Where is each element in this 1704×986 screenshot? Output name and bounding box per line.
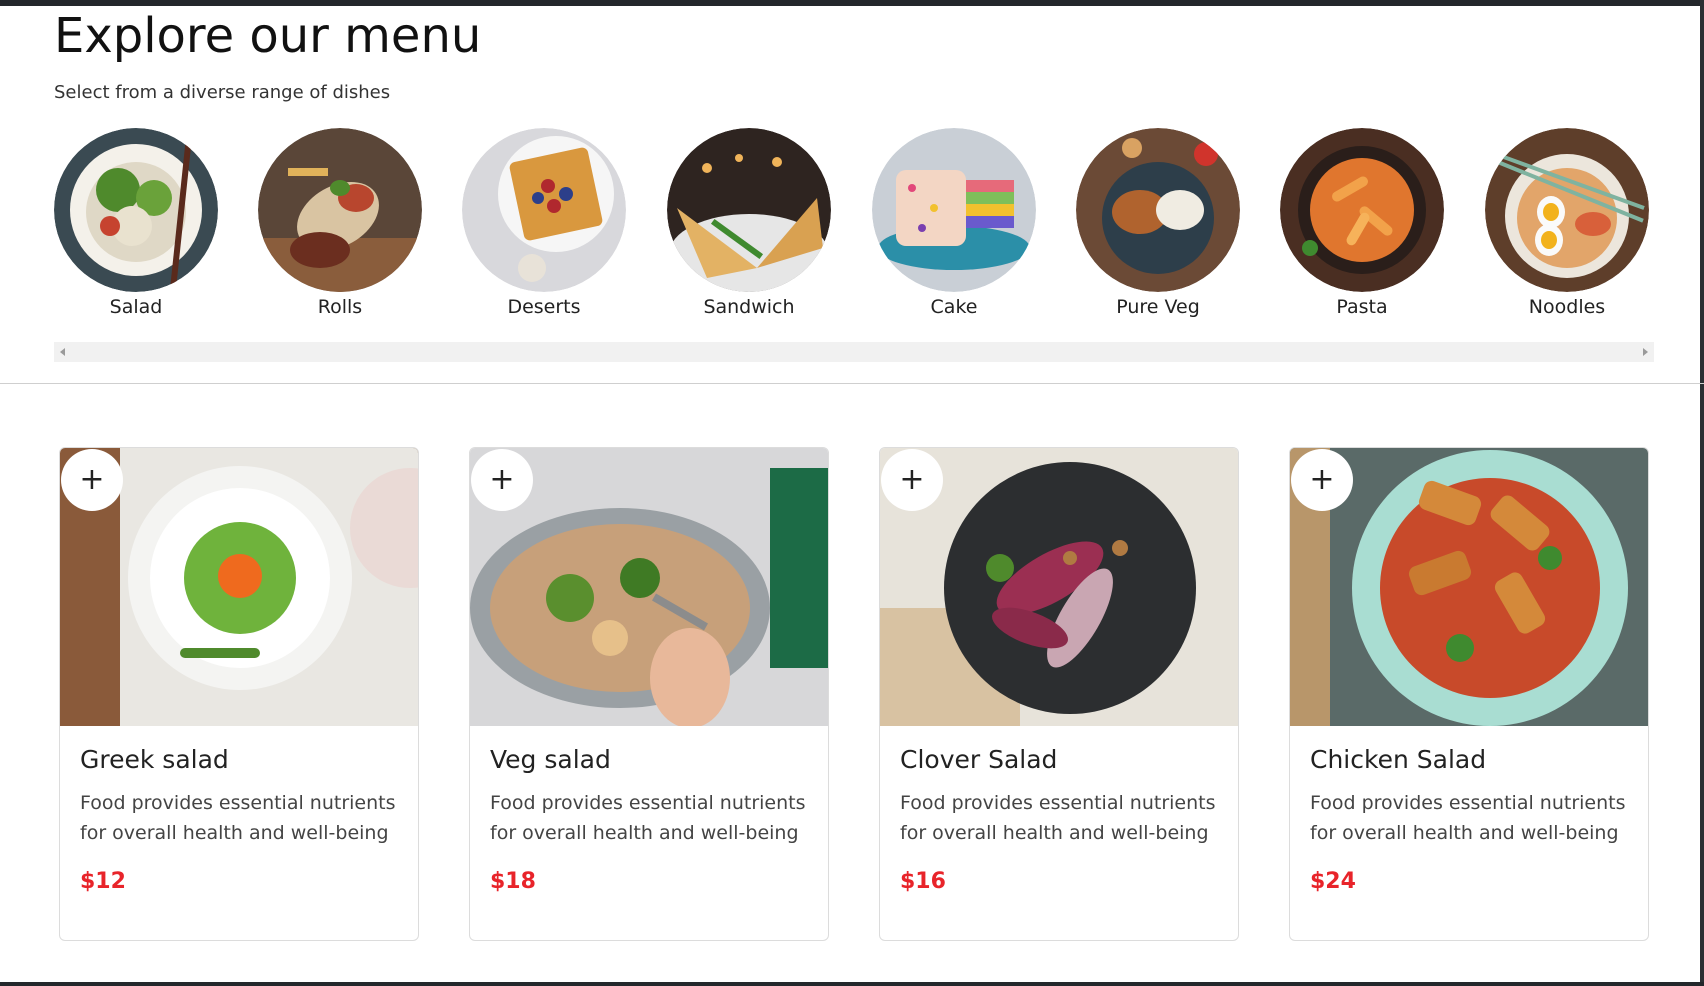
food-price: $16 xyxy=(900,869,946,894)
scroll-right-arrow-icon[interactable] xyxy=(1643,348,1648,356)
pure-veg-photo-icon xyxy=(1076,128,1240,292)
category-label: Sandwich xyxy=(703,296,795,318)
category-label: Noodles xyxy=(1528,296,1606,318)
food-card-clover-salad: + Clover Salad Food provides essential n… xyxy=(879,447,1239,941)
add-to-cart-button[interactable]: + xyxy=(471,449,533,511)
category-item-pure-veg[interactable]: Pure Veg xyxy=(1076,128,1240,318)
food-price: $24 xyxy=(1310,869,1356,894)
browser-top-bar xyxy=(0,0,1704,6)
food-description: Food provides essential nutrients for ov… xyxy=(490,792,806,844)
category-item-pasta[interactable]: Pasta xyxy=(1280,128,1444,318)
add-to-cart-button[interactable]: + xyxy=(61,449,123,511)
food-description: Food provides essential nutrients for ov… xyxy=(900,792,1216,844)
page-title: Explore our menu xyxy=(54,8,482,64)
food-name: Clover Salad xyxy=(900,745,1058,774)
category-item-rolls[interactable]: Rolls xyxy=(258,128,422,318)
waffle-photo-icon xyxy=(462,128,626,292)
section-divider xyxy=(0,383,1704,384)
salad-bowl-photo-icon xyxy=(54,128,218,292)
category-label: Cake xyxy=(930,296,978,318)
food-description: Food provides essential nutrients for ov… xyxy=(80,792,396,844)
sandwich-photo-icon xyxy=(667,128,831,292)
noodles-photo-icon xyxy=(1485,128,1649,292)
category-label: Deserts xyxy=(507,296,581,318)
food-card-chicken-salad: + Chicken Salad Food provides essential … xyxy=(1289,447,1649,941)
window-edge xyxy=(1700,0,1704,986)
category-label: Rolls xyxy=(317,296,363,318)
category-item-noodles[interactable]: Noodles xyxy=(1485,128,1649,318)
page-subtitle: Select from a diverse range of dishes xyxy=(54,82,391,103)
category-item-cake[interactable]: Cake xyxy=(872,128,1036,318)
scroll-left-arrow-icon[interactable] xyxy=(60,348,65,356)
category-item-salad[interactable]: Salad xyxy=(54,128,218,318)
category-label: Salad xyxy=(109,296,163,318)
food-card-greek-salad: + Greek salad Food provides essential nu… xyxy=(59,447,419,941)
add-to-cart-button[interactable]: + xyxy=(881,449,943,511)
food-price: $12 xyxy=(80,869,126,894)
cake-photo-icon xyxy=(872,128,1036,292)
food-price: $18 xyxy=(490,869,536,894)
category-label: Pure Veg xyxy=(1116,296,1200,318)
add-to-cart-button[interactable]: + xyxy=(1291,449,1353,511)
browser-bottom-bar xyxy=(0,982,1704,986)
food-card-veg-salad: + Veg salad Food provides essential nutr… xyxy=(469,447,829,941)
pasta-photo-icon xyxy=(1280,128,1444,292)
food-name: Veg salad xyxy=(490,745,611,774)
food-description: Food provides essential nutrients for ov… xyxy=(1310,792,1626,844)
category-label: Pasta xyxy=(1336,296,1388,318)
food-name: Greek salad xyxy=(80,745,229,774)
rolls-photo-icon xyxy=(258,128,422,292)
category-scrollbar[interactable] xyxy=(54,342,1654,362)
food-name: Chicken Salad xyxy=(1310,745,1487,774)
category-item-deserts[interactable]: Deserts xyxy=(462,128,626,318)
category-list: Salad Rolls Deserts Sandwich Cake Pure V… xyxy=(54,128,1654,326)
category-item-sandwich[interactable]: Sandwich xyxy=(667,128,831,318)
